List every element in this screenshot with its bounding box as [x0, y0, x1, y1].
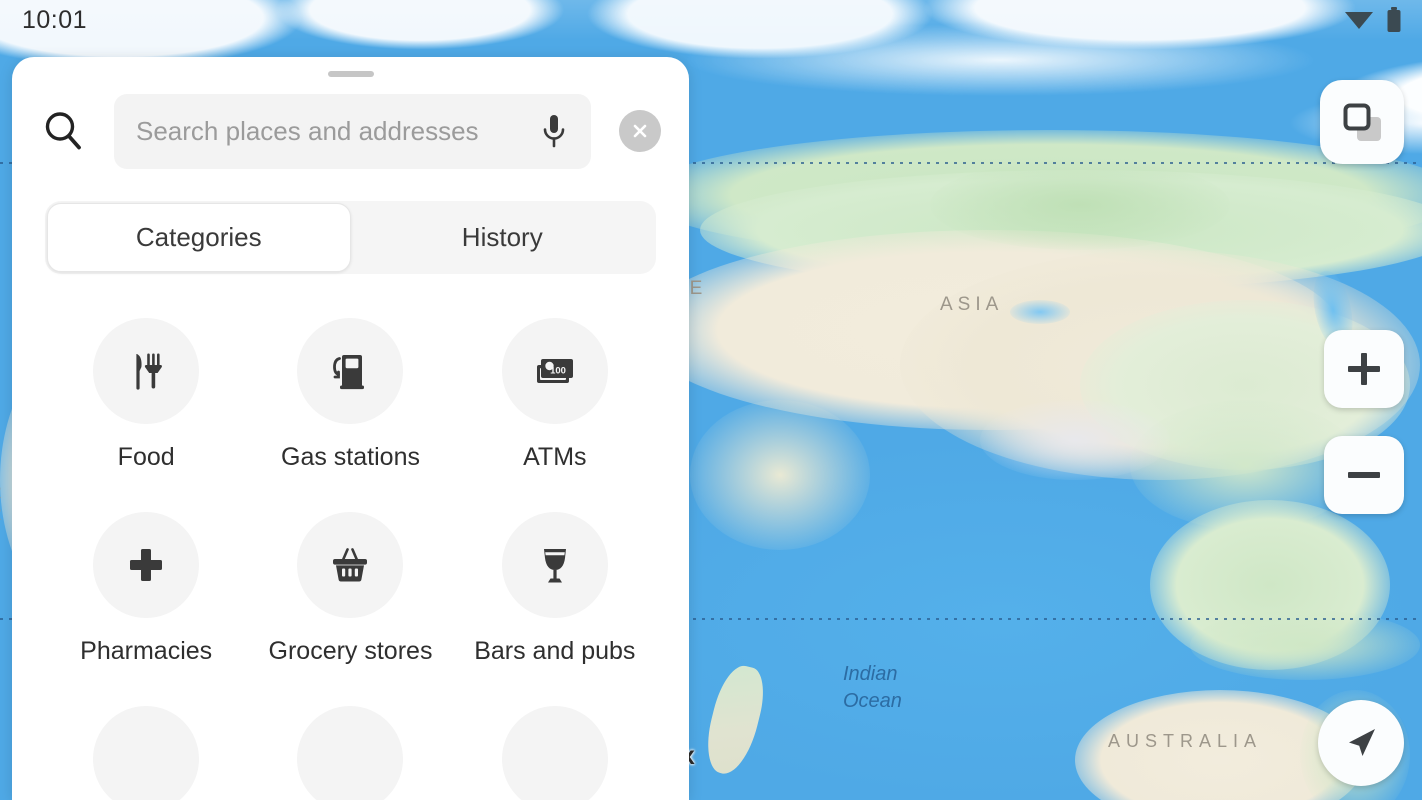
category-icon-circle [93, 512, 199, 618]
clear-search-button[interactable] [619, 110, 661, 152]
map-landmass-siberia-green [930, 160, 1230, 250]
map-landmass-indonesia [1190, 610, 1420, 680]
minus-icon [1343, 454, 1385, 496]
map-zoom-out-button[interactable] [1324, 436, 1404, 514]
category-icon-circle [297, 706, 403, 800]
category-icon-circle [502, 706, 608, 800]
tab-history[interactable]: History [351, 203, 655, 272]
categories-grid: Food Gas stations [12, 318, 689, 800]
search-row [12, 77, 689, 169]
category-icon-circle [93, 706, 199, 800]
map-label-indian-ocean: Indian Ocean [843, 661, 902, 715]
tab-categories[interactable]: Categories [47, 203, 351, 272]
plus-icon [1343, 348, 1385, 390]
search-button[interactable] [12, 109, 114, 153]
map-label-indian-ocean-line2: Ocean [843, 688, 902, 715]
category-item-atms[interactable]: 100 ATMs [453, 318, 657, 472]
search-panel: Categories History Food [12, 57, 689, 800]
map-landmass-tibet-highland [980, 400, 1170, 480]
banknotes-100-icon: 100 [531, 347, 579, 395]
status-bar: 10:01 [0, 0, 1422, 40]
map-lake-balkhash [1010, 300, 1070, 324]
close-icon [629, 120, 651, 142]
fork-knife-icon [122, 347, 170, 395]
category-icon-circle [297, 512, 403, 618]
map-locate-button[interactable] [1318, 700, 1404, 786]
category-label: ATMs [523, 443, 586, 472]
status-bar-clock: 10:01 [22, 6, 87, 35]
category-item-partial-3[interactable] [453, 706, 657, 800]
map-label-africa: RR [0, 482, 6, 526]
voice-search-button[interactable] [533, 110, 575, 152]
map-label-asia: ASIA [940, 294, 1003, 316]
category-item-gas-stations[interactable]: Gas stations [248, 318, 452, 472]
category-label: Food [118, 443, 175, 472]
wine-glass-icon [531, 541, 579, 589]
category-item-bars-and-pubs[interactable]: Bars and pubs [453, 512, 657, 666]
category-label: Grocery stores [269, 637, 433, 666]
svg-text:100: 100 [550, 366, 566, 377]
category-icon-circle [297, 318, 403, 424]
search-icon [41, 109, 85, 153]
search-input[interactable] [136, 116, 533, 147]
category-icon-circle: 100 [502, 318, 608, 424]
map-layers-button[interactable] [1320, 80, 1404, 164]
map-zoom-in-button[interactable] [1324, 330, 1404, 408]
microphone-icon [539, 112, 569, 150]
category-label: Pharmacies [80, 637, 212, 666]
layers-icon [1339, 99, 1385, 145]
panel-tabs: Categories History [45, 201, 656, 274]
battery-icon [1386, 7, 1402, 33]
category-item-pharmacies[interactable]: Pharmacies [44, 512, 248, 666]
status-bar-icons [1344, 7, 1402, 33]
category-item-partial-2[interactable] [248, 706, 452, 800]
fuel-pump-icon [326, 347, 374, 395]
category-item-partial-1[interactable] [44, 706, 248, 800]
category-item-food[interactable]: Food [44, 318, 248, 472]
shopping-basket-icon [326, 541, 374, 589]
map-landmass-india [690, 400, 870, 550]
category-label: Bars and pubs [474, 637, 635, 666]
plus-cross-icon [122, 541, 170, 589]
category-icon-circle [93, 318, 199, 424]
navigation-arrow-icon [1338, 720, 1384, 766]
category-item-grocery-stores[interactable]: Grocery stores [248, 512, 452, 666]
close-button-wrapper [591, 110, 689, 152]
search-field[interactable] [114, 94, 591, 169]
map-label-australia: AUSTRALIA [1108, 731, 1262, 752]
category-icon-circle [502, 512, 608, 618]
map-label-indian-ocean-line1: Indian [843, 661, 902, 688]
wifi-icon [1344, 8, 1374, 32]
category-label: Gas stations [281, 443, 420, 472]
